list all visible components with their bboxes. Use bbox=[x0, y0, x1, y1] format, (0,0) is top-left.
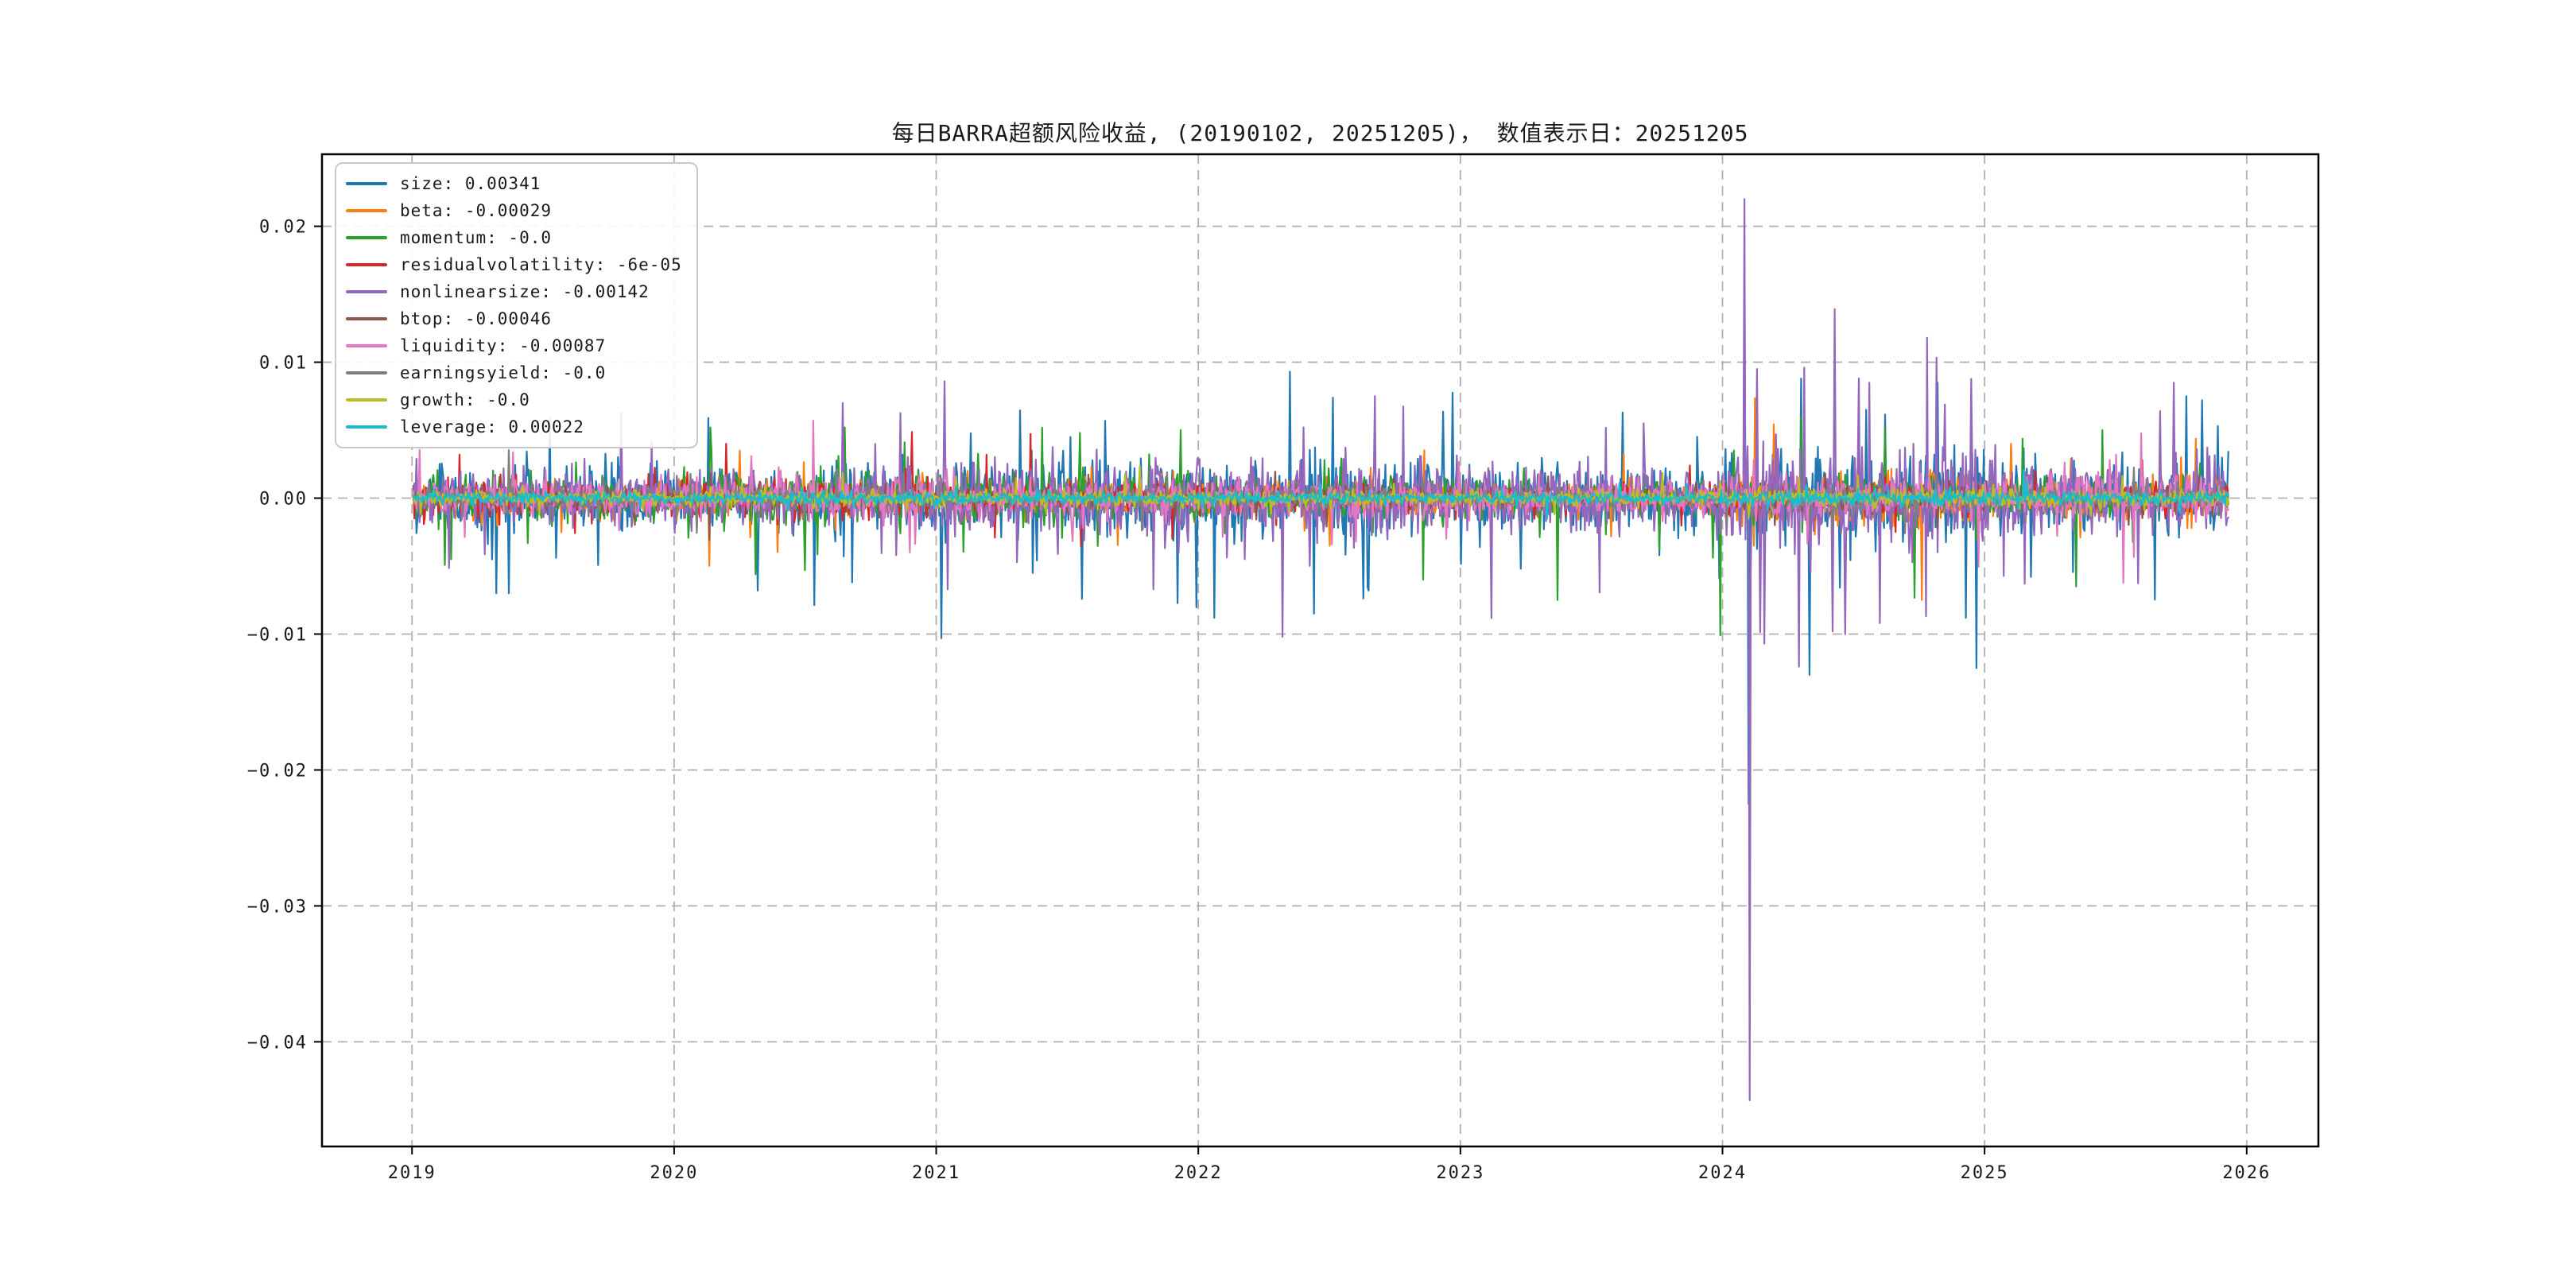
legend-label: nonlinearsize: -0.00142 bbox=[400, 282, 650, 301]
x-tick-label: 2021 bbox=[912, 1163, 960, 1183]
figure: 每日BARRA超额风险收益, (20190102, 20251205)， 数值表… bbox=[0, 0, 2576, 1288]
legend-item-leverage: leverage: 0.00022 bbox=[346, 413, 682, 440]
x-tick-label: 2026 bbox=[2222, 1163, 2271, 1183]
legend-swatch bbox=[346, 263, 387, 266]
legend-label: size: 0.00341 bbox=[400, 174, 541, 193]
legend-swatch bbox=[346, 182, 387, 185]
legend: size: 0.00341 beta: -0.00029 momentum: -0.… bbox=[335, 162, 698, 448]
legend-label: beta: -0.00029 bbox=[400, 201, 553, 220]
legend-swatch bbox=[346, 290, 387, 293]
legend-swatch bbox=[346, 344, 387, 347]
legend-swatch bbox=[346, 425, 387, 429]
legend-label: liquidity: -0.00087 bbox=[400, 336, 607, 355]
legend-label: growth: -0.0 bbox=[400, 390, 530, 409]
legend-item-nonlinearsize: nonlinearsize: -0.00142 bbox=[346, 278, 682, 305]
x-tick-label: 2025 bbox=[1961, 1163, 2009, 1183]
y-tick-label: −0.04 bbox=[247, 1033, 308, 1053]
legend-label: leverage: 0.00022 bbox=[400, 417, 584, 436]
y-tick-label: −0.02 bbox=[247, 761, 308, 781]
legend-swatch bbox=[346, 209, 387, 212]
x-tick-label: 2022 bbox=[1174, 1163, 1223, 1183]
legend-item-liquidity: liquidity: -0.00087 bbox=[346, 332, 682, 359]
legend-item-size: size: 0.00341 bbox=[346, 170, 682, 197]
legend-label: btop: -0.00046 bbox=[400, 309, 553, 328]
legend-swatch bbox=[346, 317, 387, 320]
x-tick-label: 2023 bbox=[1436, 1163, 1484, 1183]
legend-label: residualvolatility: -6e-05 bbox=[400, 255, 682, 274]
legend-item-beta: beta: -0.00029 bbox=[346, 197, 682, 224]
x-tick-label: 2019 bbox=[388, 1163, 436, 1183]
legend-item-earningsyield: earningsyield: -0.0 bbox=[346, 359, 682, 386]
legend-label: momentum: -0.0 bbox=[400, 228, 553, 247]
legend-label: earningsyield: -0.0 bbox=[400, 363, 607, 382]
legend-swatch bbox=[346, 236, 387, 239]
legend-item-momentum: momentum: -0.0 bbox=[346, 224, 682, 251]
x-tick-label: 2024 bbox=[1698, 1163, 1747, 1183]
legend-item-growth: growth: -0.0 bbox=[346, 386, 682, 413]
series-line-momentum bbox=[412, 415, 2229, 637]
legend-swatch bbox=[346, 398, 387, 402]
legend-swatch bbox=[346, 371, 387, 374]
x-tick-label: 2020 bbox=[650, 1163, 698, 1183]
y-tick-label: 0.02 bbox=[259, 218, 308, 238]
y-tick-label: −0.03 bbox=[247, 897, 308, 917]
legend-item-residualvolatility: residualvolatility: -6e-05 bbox=[346, 251, 682, 278]
legend-item-btop: btop: -0.00046 bbox=[346, 305, 682, 332]
y-tick-label: 0.00 bbox=[259, 490, 308, 510]
y-tick-label: −0.01 bbox=[247, 625, 308, 645]
y-tick-label: 0.01 bbox=[259, 354, 308, 374]
